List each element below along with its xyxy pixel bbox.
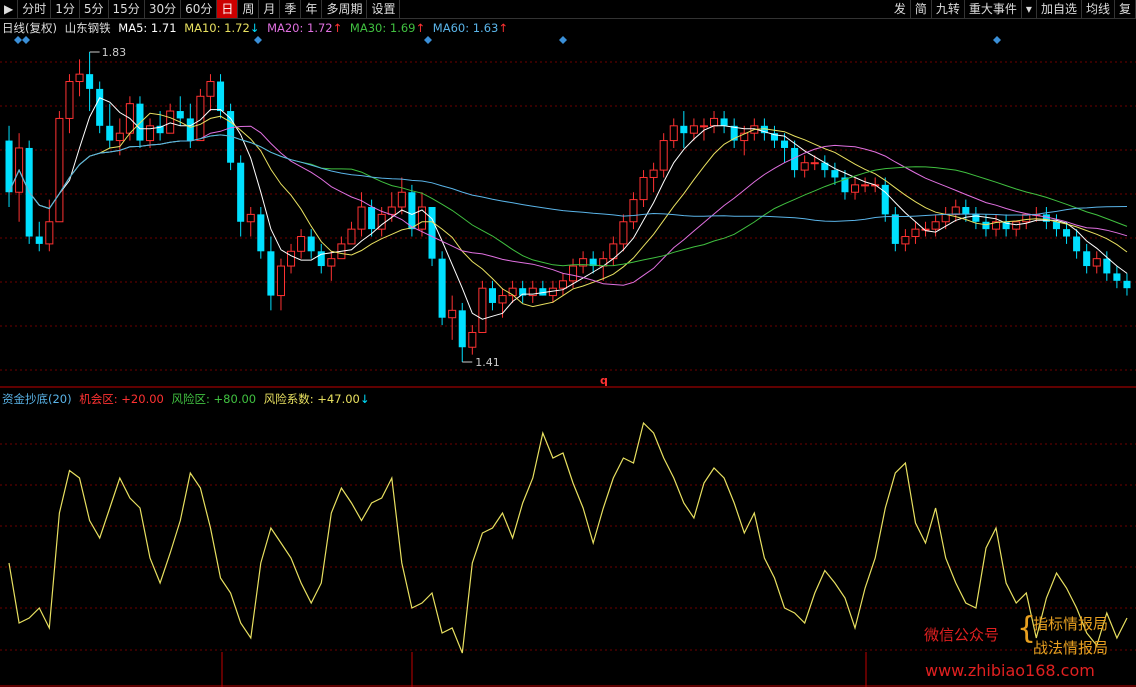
candle-body — [599, 258, 608, 267]
watermark-site: www.zhibiao168.com — [925, 661, 1095, 680]
candle-body — [1073, 236, 1081, 252]
candle-body — [196, 95, 205, 142]
candle-body — [166, 110, 175, 134]
kline-chart[interactable]: 1.83 1.41 q — [0, 0, 1136, 687]
candle-body — [851, 184, 860, 193]
candle-body — [1123, 280, 1131, 289]
candle-body — [237, 162, 245, 222]
candle-body — [1012, 221, 1021, 230]
candle-body — [629, 199, 638, 223]
candle-body — [639, 176, 648, 201]
candle-body — [881, 184, 889, 215]
candle-body — [720, 118, 728, 126]
candle-body — [428, 207, 436, 259]
candle-body — [781, 140, 789, 148]
candle-body — [115, 132, 124, 142]
signal-diamond-icon — [14, 36, 22, 44]
signal-diamond-icon — [559, 36, 567, 44]
watermark-wechat: 微信公众号 — [924, 626, 1000, 644]
candle-body — [891, 214, 899, 244]
candle-body — [5, 140, 13, 193]
candle-body — [217, 81, 225, 112]
candle-body — [257, 214, 265, 252]
signal-diamond-icon — [993, 36, 1001, 44]
candle-body — [287, 250, 296, 267]
candle-body — [297, 236, 306, 252]
candle-body — [35, 236, 43, 244]
candle-body — [55, 117, 64, 223]
candle-body — [1063, 229, 1071, 237]
candle-body — [569, 265, 578, 282]
candle-body — [176, 111, 184, 119]
candle-body — [941, 213, 950, 223]
candle-body — [368, 207, 376, 230]
candle-body — [659, 140, 668, 171]
candle-body — [65, 81, 74, 119]
candlesticks — [5, 52, 1131, 362]
candle-body — [276, 265, 285, 297]
candle-body — [1092, 258, 1101, 267]
candle-body — [710, 117, 719, 127]
q-marker: q — [600, 374, 608, 387]
candle-body — [45, 221, 54, 245]
candle-body — [307, 236, 315, 252]
candle-body — [246, 213, 255, 223]
candle-body — [86, 74, 94, 89]
candle-body — [267, 251, 275, 296]
candle-body — [1103, 258, 1111, 274]
candle-body — [397, 191, 406, 208]
oscillator-line — [8, 421, 1128, 654]
candle-body — [106, 125, 114, 141]
candle-body — [498, 295, 507, 304]
candle-body — [619, 221, 628, 245]
candle-body — [136, 103, 144, 141]
annotations: 1.83 1.41 q — [14, 36, 1001, 387]
candle-body — [861, 184, 870, 187]
signal-diamond-icon — [254, 36, 262, 44]
candle-body — [327, 258, 336, 267]
candle-body — [558, 280, 567, 289]
candle-body — [478, 287, 487, 333]
candle-body — [468, 331, 477, 348]
candle-body — [438, 258, 446, 318]
candle-body — [458, 310, 466, 348]
candle-body — [931, 221, 940, 230]
signal-diamond-icon — [22, 36, 30, 44]
candle-body — [951, 206, 960, 215]
watermark-brand1: 指标情报局 — [1033, 615, 1109, 633]
candle-body — [911, 228, 920, 238]
grid-lines — [0, 61, 1136, 687]
candle-body — [982, 221, 990, 230]
candle-body — [347, 228, 356, 245]
candle-body — [1052, 221, 1060, 230]
low-label: 1.41 — [475, 356, 500, 369]
signal-diamond-icon — [424, 36, 432, 44]
ma30-line — [8, 134, 1128, 267]
candle-body — [1113, 273, 1121, 281]
high-label: 1.83 — [102, 46, 127, 59]
candle-body — [96, 88, 104, 126]
oscillator — [8, 421, 1128, 654]
candle-body — [408, 192, 416, 230]
candle-body — [649, 169, 658, 178]
candle-body — [901, 236, 910, 245]
candle-body — [186, 118, 194, 141]
candle-body — [488, 288, 496, 303]
candle-body — [1083, 251, 1091, 267]
candle-body — [831, 170, 839, 178]
candle-body — [387, 206, 396, 215]
candle-body — [669, 125, 678, 142]
watermark-brand2: 战法情报局 — [1033, 639, 1109, 657]
candle-body — [689, 125, 698, 134]
candle-body — [357, 206, 366, 230]
candle-body — [75, 73, 84, 83]
candle-body — [206, 81, 215, 97]
candle-body — [810, 162, 819, 165]
candle-body — [680, 125, 688, 134]
candle-body — [800, 162, 809, 171]
candle-body — [448, 309, 457, 319]
candle-body — [699, 125, 708, 128]
candle-body — [962, 207, 970, 215]
